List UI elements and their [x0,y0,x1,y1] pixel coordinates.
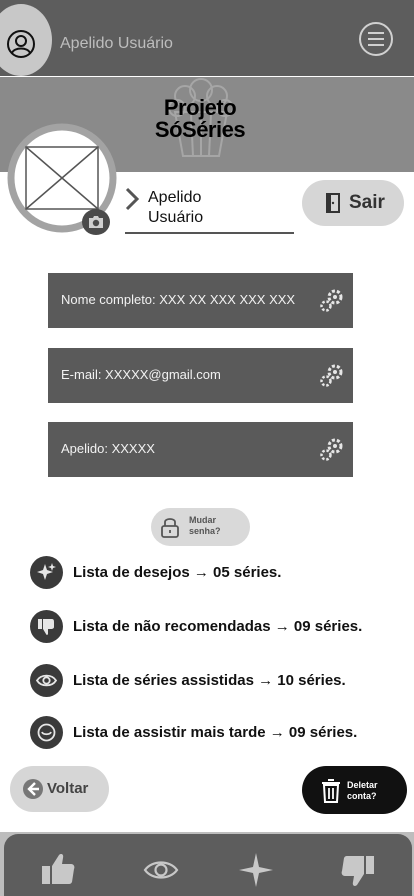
change-password-label: Mudar senha? [189,515,221,537]
change-password-line-1: Mudar [189,515,216,525]
list-item-watched[interactable]: Lista de séries assistidas → 10 séries. [30,664,410,698]
not-recommended-label: Lista de não recomendadas → 09 séries. [73,618,363,635]
logout-label: Sair [349,192,385,213]
back-label: Voltar [47,780,89,797]
full-name-text: Nome completo: XXX XX XXX XXX XXX [61,292,296,307]
profile-nickname-line-1: Apelido [148,189,202,206]
user-circle-icon [7,30,35,58]
eye-icon-badge [30,664,63,697]
email-field[interactable]: E-mail: XXXXX@gmail.com [48,348,353,403]
door-icon [326,193,340,213]
full-name-field[interactable]: Nome completo: XXX XX XXX XXX XXX [48,273,353,328]
delete-account-line-2: conta? [347,791,377,801]
thumbs-up-icon[interactable] [40,852,76,888]
thumbs-down-icon[interactable] [340,852,376,888]
eye-icon [36,674,57,687]
delete-account-line-1: Deletar [347,780,378,790]
change-photo-button[interactable] [82,209,110,235]
profile-nickname: Apelido Usuário [148,188,268,228]
thumbs-down-icon-badge [30,610,63,643]
email-text: E-mail: XXXXX@gmail.com [61,367,221,382]
change-password-line-2: senha? [189,526,221,536]
brand-line-2: SóSéries [154,117,246,142]
list-item-not-recommended[interactable]: Lista de não recomendadas → 09 séries. [30,610,410,644]
watched-label: Lista de séries assistidas → 10 séries. [73,672,346,689]
delete-account-label: Deletar conta? [347,780,378,802]
gears-icon[interactable] [319,436,345,462]
list-item-watch-later[interactable]: Lista de assistir mais tarde → 09 séries… [30,716,410,750]
header-username: Apelido Usuário [60,35,173,52]
camera-icon [89,216,103,228]
wishlist-label: Lista de desejos → 05 séries. [73,564,282,581]
clock-icon [37,723,56,742]
nickname-text: Apelido: XXXXX [61,441,155,456]
thumbs-down-icon [38,619,54,635]
lock-icon [161,518,179,538]
logout-button[interactable]: Sair [302,180,404,226]
brand-line-1: Projeto [163,95,237,120]
chevron-right-icon [125,187,140,211]
brand-title: Projeto SóSéries [150,97,250,141]
profile-nickname-line-2: Usuário [148,209,204,226]
nickname-field[interactable]: Apelido: XXXXX [48,422,353,477]
arrow-left-icon [23,779,43,799]
nickname-underline [125,232,294,234]
sparkle-icon-badge [30,556,63,589]
hamburger-menu-icon[interactable] [358,21,394,57]
trash-icon [322,779,340,803]
list-item-wishlist[interactable]: Lista de desejos → 05 séries. [30,556,410,590]
change-password-button[interactable]: Mudar senha? [151,508,250,546]
clock-icon-badge [30,716,63,749]
gears-icon[interactable] [319,362,345,388]
eye-icon[interactable] [143,852,179,888]
back-button[interactable]: Voltar [10,766,109,812]
gears-icon[interactable] [319,287,345,313]
sparkle-icon[interactable] [238,852,274,888]
delete-account-button[interactable]: Deletar conta? [302,766,407,814]
sparkle-icon [37,563,56,580]
watch-later-label: Lista de assistir mais tarde → 09 séries… [73,724,358,741]
